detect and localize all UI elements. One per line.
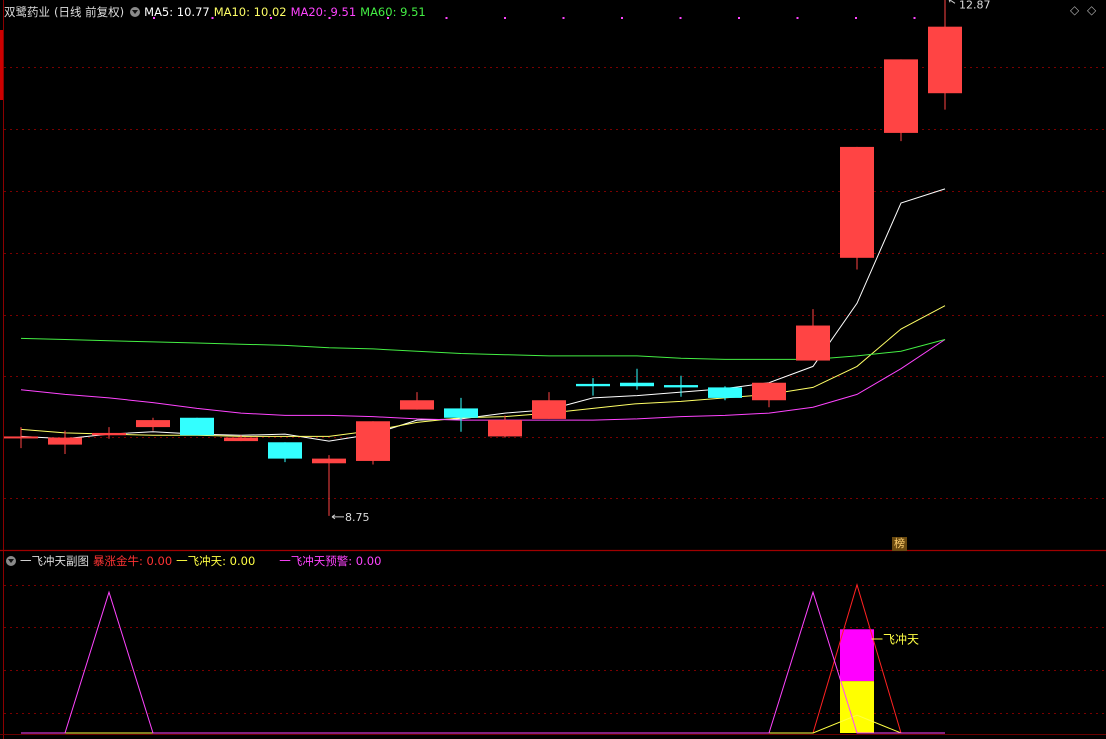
candle-7 — [312, 455, 346, 516]
yifei-label: 一飞冲天: 0.00 — [176, 554, 256, 568]
signal-bar-magenta — [840, 629, 874, 682]
top-dot — [621, 17, 623, 19]
candle-body — [488, 420, 522, 437]
period-label[interactable]: (日线 前复权) — [54, 5, 124, 19]
candle-18 — [796, 309, 830, 361]
stock-name[interactable]: 双鹭药业 — [4, 5, 50, 19]
candle-3 — [136, 417, 170, 431]
candle-19 — [840, 146, 874, 270]
candle-body — [48, 437, 82, 445]
top-dot — [855, 17, 857, 19]
candle-14 — [620, 368, 654, 390]
candles — [4, 0, 962, 516]
edge-marker — [0, 30, 3, 100]
candle-13 — [576, 378, 610, 396]
main-header: 双鹭药业 (日线 前复权) MA5: 10.77 MA10: 10.02 MA20: 9… — [4, 5, 430, 19]
top-dot — [913, 17, 916, 19]
candle-body — [180, 417, 214, 436]
candle-20 — [884, 59, 918, 142]
chevron-down-icon[interactable] — [6, 556, 16, 566]
sub-series-0 — [21, 583, 945, 734]
signal-label: 一飞冲天 — [871, 631, 919, 646]
candle-17 — [752, 382, 786, 408]
candle-body — [444, 408, 478, 418]
diamond-icon[interactable]: ◇ — [1070, 3, 1079, 17]
yujing-label: 一飞冲天预警: 0.00 — [279, 554, 382, 568]
candle-21 — [928, 0, 962, 110]
candle-15 — [664, 375, 698, 397]
candle-body — [224, 437, 258, 442]
top-dot — [445, 17, 448, 19]
candle-body — [796, 325, 830, 361]
candle-body — [4, 436, 38, 439]
expand-icon[interactable]: ◇ — [1087, 3, 1096, 17]
candle-body — [312, 458, 346, 464]
top-dot — [504, 17, 506, 19]
top-dot — [562, 17, 565, 19]
candle-2 — [92, 427, 126, 439]
high-arrow — [948, 0, 956, 4]
ma60-label: MA60: 9.51 — [360, 5, 426, 19]
sub-grid — [4, 585, 1106, 714]
candle-body — [400, 400, 434, 410]
candle-10 — [444, 397, 478, 432]
chart-canvas[interactable]: 一飞冲天 12.87 8.75 — [0, 0, 1106, 739]
candle-body — [664, 385, 698, 388]
sub-header: 一飞冲天副图 暴涨金牛: 0.00 一飞冲天: 0.00 一飞冲天预警: 0.00 — [4, 554, 385, 568]
signal-bar-yellow — [840, 681, 874, 733]
baozhang-label: 暴涨金牛: 0.00 — [93, 554, 173, 568]
candle-11 — [488, 415, 522, 438]
candle-9 — [400, 392, 434, 410]
series-ma10 — [20, 305, 946, 437]
candle-4 — [180, 417, 214, 436]
candle-1 — [48, 430, 82, 454]
candle-body — [620, 382, 654, 387]
candle-body — [268, 442, 302, 459]
low-label: 8.75 — [345, 511, 370, 524]
ma20-label: MA20: 9.51 — [290, 5, 357, 19]
top-dot — [796, 17, 799, 19]
ma5-label: MA5: 10.77 — [144, 5, 210, 19]
candle-16 — [708, 386, 742, 401]
candle-body — [752, 382, 786, 401]
candle-body — [840, 146, 874, 258]
candle-body — [356, 421, 390, 461]
indicator-name[interactable]: 一飞冲天副图 — [20, 554, 89, 568]
sub-series-1 — [21, 714, 945, 734]
candle-body — [928, 26, 962, 94]
top-dot — [738, 17, 740, 19]
ma-lines — [20, 188, 946, 442]
candle-8 — [356, 421, 390, 465]
candle-12 — [532, 392, 566, 419]
candle-6 — [268, 442, 302, 463]
indicator-lines: 一飞冲天 — [21, 583, 945, 734]
top-dot — [679, 17, 682, 19]
candle-body — [708, 387, 742, 398]
chevron-down-icon[interactable] — [130, 7, 141, 17]
high-label: 12.87 — [959, 0, 991, 11]
candle-body — [884, 59, 918, 133]
badge[interactable]: 榜 — [892, 537, 907, 551]
candle-body — [576, 383, 610, 387]
sub-series-2 — [21, 590, 945, 734]
candle-body — [532, 400, 566, 419]
candle-body — [92, 432, 126, 436]
candle-body — [136, 420, 170, 428]
low-arrow — [331, 514, 344, 520]
ma10-label: MA10: 10.02 — [213, 5, 287, 19]
